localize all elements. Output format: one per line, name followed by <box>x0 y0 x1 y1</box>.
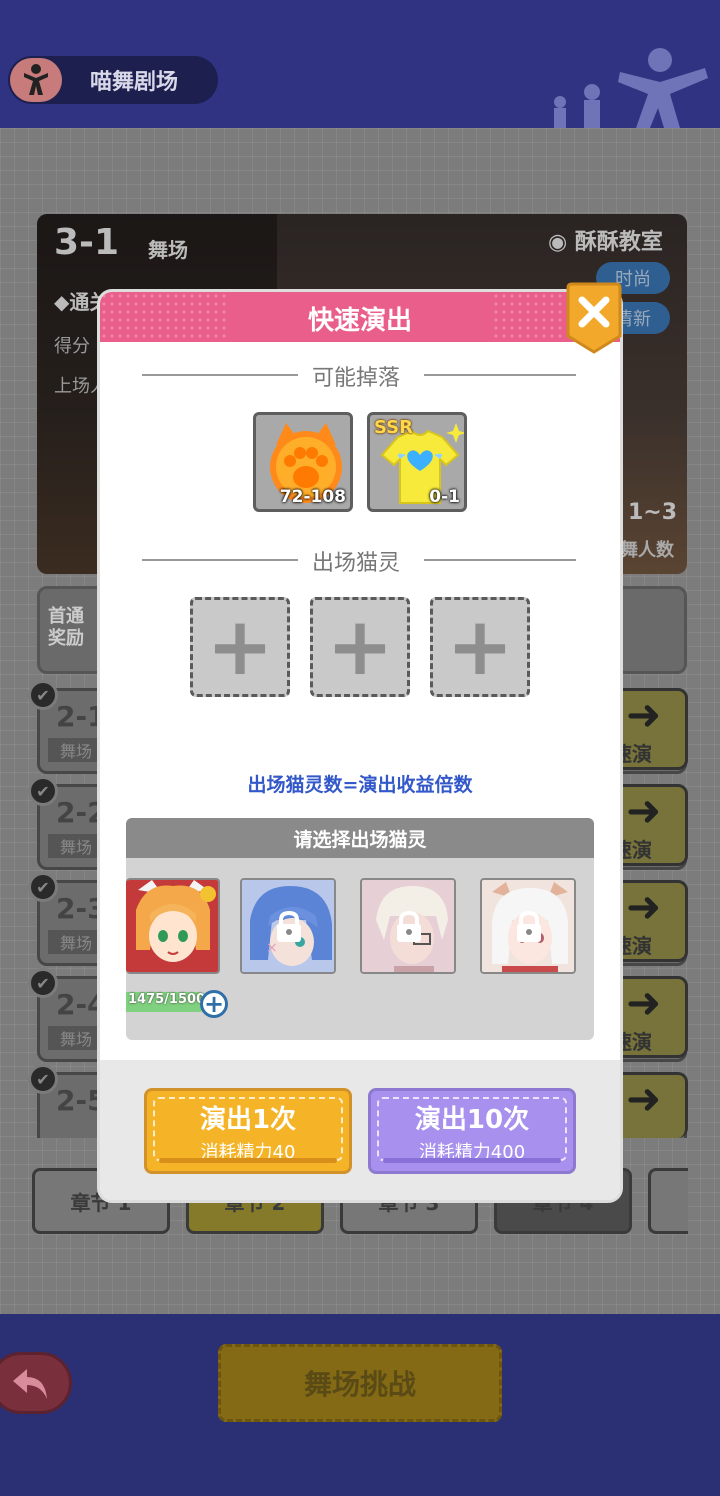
arrow-right-icon: ➜ <box>626 690 662 739</box>
drop-qty: 0-1 <box>429 487 460 507</box>
quick-play-modal: 快速演出 <box>100 292 620 1200</box>
arrow-right-icon: ➜ <box>626 978 662 1027</box>
stamina-bar: 1475/1500 <box>126 992 208 1012</box>
drop-item-paw-coin[interactable]: 72-108 <box>253 412 353 512</box>
stage-challenge-button[interactable]: 舞场挑战 <box>218 1344 502 1422</box>
cat-portrait-blue[interactable]: × <box>240 878 336 974</box>
modal-title: 快速演出 <box>307 306 412 336</box>
back-button[interactable] <box>0 1352 72 1414</box>
check-icon: ✔ <box>28 680 58 710</box>
row-stage-number: 2-1 <box>56 700 107 733</box>
dancer-icon <box>10 58 62 102</box>
ssr-rarity-badge: SSR <box>374 417 413 438</box>
stage-location: ◉ 酥酥教室 <box>548 230 663 255</box>
lock-icon <box>517 910 541 942</box>
cat-portrait-orange-image <box>126 880 218 972</box>
close-button[interactable] <box>564 282 624 354</box>
cat-portrait-orange[interactable] <box>126 878 220 974</box>
dancers-decoration-icon <box>554 48 708 128</box>
divider <box>142 374 298 376</box>
lock-icon <box>277 910 301 942</box>
perform-once-button[interactable]: 演出1次 消耗精力40 <box>144 1088 352 1174</box>
divider <box>142 559 298 561</box>
location-text: 酥酥教室 <box>574 230 663 255</box>
drop-item-ssr-shirt[interactable]: SSR 0-1 <box>367 412 467 512</box>
divider <box>424 559 576 561</box>
lock-icon <box>397 910 421 942</box>
row-stage-number: 2-2 <box>56 796 107 829</box>
drops-label: 可能掉落 <box>312 366 401 391</box>
check-icon: ✔ <box>28 968 58 998</box>
arrow-right-icon: ➜ <box>626 1074 662 1123</box>
back-arrow-icon <box>13 1369 47 1399</box>
drop-qty: 72-108 <box>279 487 346 507</box>
page-title: 喵舞剧场 <box>90 70 179 95</box>
multiplier-note: 出场猫灵数=演出收益倍数 <box>247 774 473 796</box>
row-stage-number: 2-3 <box>56 892 107 925</box>
add-stamina-button[interactable]: + <box>200 990 228 1018</box>
stage-number: 3-1 <box>54 222 120 263</box>
plus-icon: + <box>203 990 225 1018</box>
perform-ten-button[interactable]: 演出10次 消耗精力400 <box>368 1088 576 1174</box>
check-icon: ✔ <box>28 872 58 902</box>
dancer-count-label: 舞人数 <box>620 540 674 561</box>
stage-type: 舞场 <box>148 238 188 262</box>
arrow-right-icon: ➜ <box>626 882 662 931</box>
cat-portrait-silver[interactable] <box>480 878 576 974</box>
first-reward-label: 首通奖励 <box>48 606 84 649</box>
dancer-range: 1~3 <box>628 500 678 525</box>
divider <box>424 374 576 376</box>
cats-label: 出场猫灵 <box>312 551 401 576</box>
check-icon: ✔ <box>28 776 58 806</box>
select-title: 请选择出场猫灵 <box>126 818 594 858</box>
tab-chapter-more[interactable] <box>648 1168 688 1234</box>
check-icon: ✔ <box>28 1064 58 1094</box>
cat-slot-3[interactable]: + <box>430 597 530 697</box>
stage-score-label: 得分 <box>54 336 90 357</box>
row-stage-number: 2-4 <box>56 988 107 1021</box>
cat-slot-1[interactable]: + <box>190 597 290 697</box>
row-stage-number: 2-5 <box>56 1084 107 1117</box>
cat-slot-2[interactable]: + <box>310 597 410 697</box>
cat-portrait-white[interactable] <box>360 878 456 974</box>
arrow-right-icon: ➜ <box>626 786 662 835</box>
cat-select-panel: 请选择出场猫灵 × 1475/1500 + <box>126 818 594 1040</box>
